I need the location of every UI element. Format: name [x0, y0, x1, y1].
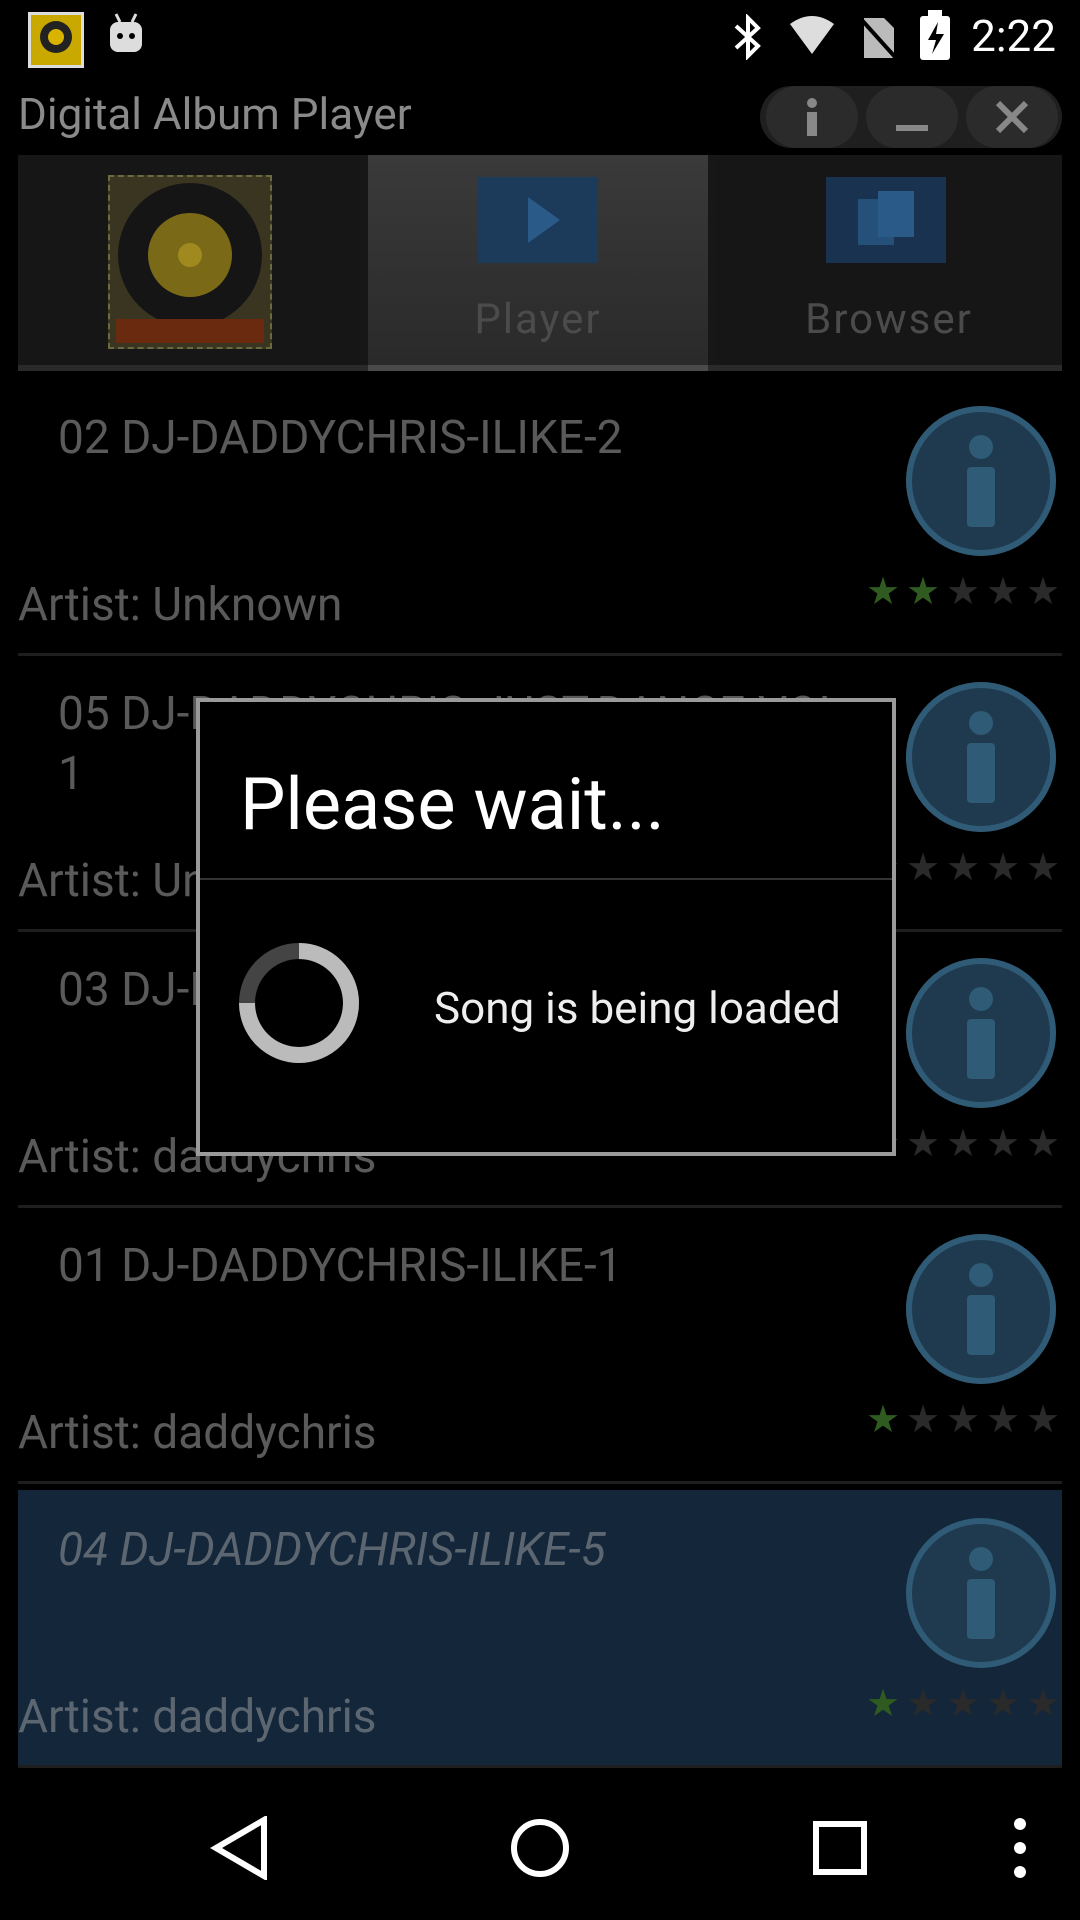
star-icon[interactable]: ★ [866, 1685, 902, 1723]
battery-charging-icon [918, 10, 952, 64]
song-artist: Artist: Unknown [18, 578, 343, 632]
info-icon [967, 711, 995, 803]
android-debug-icon [106, 12, 146, 60]
tab-player[interactable]: Player [368, 155, 708, 371]
info-icon [807, 98, 817, 136]
info-icon [967, 1547, 995, 1639]
minimize-icon [896, 125, 928, 131]
info-button[interactable] [906, 1234, 1056, 1384]
close-button[interactable] [966, 86, 1058, 148]
progress-dialog: Please wait... Song is being loaded [196, 698, 896, 1156]
no-sim-icon [858, 14, 898, 64]
play-icon [478, 177, 598, 263]
rating-stars[interactable]: ★★★★★ [866, 1685, 1062, 1723]
info-button[interactable] [906, 958, 1056, 1108]
info-icon [967, 435, 995, 527]
rating-stars[interactable]: ★★★★★ [866, 573, 1062, 611]
star-icon[interactable]: ★ [1026, 573, 1062, 611]
star-icon[interactable]: ★ [906, 1685, 942, 1723]
tab-browser[interactable]: Browser [716, 155, 1062, 365]
back-button[interactable] [180, 1776, 300, 1920]
app-title: Digital Album Player [18, 88, 412, 140]
star-icon[interactable]: ★ [986, 1125, 1022, 1163]
song-artist: Artist: daddychris [18, 1406, 377, 1460]
recents-button[interactable] [780, 1776, 900, 1920]
window-controls [760, 86, 1062, 148]
back-icon [210, 1816, 267, 1880]
menu-icon [1014, 1818, 1026, 1878]
info-button[interactable] [906, 406, 1056, 556]
star-icon[interactable]: ★ [866, 573, 902, 611]
info-icon [967, 987, 995, 1079]
star-icon[interactable]: ★ [906, 1401, 942, 1439]
star-icon[interactable]: ★ [946, 1401, 982, 1439]
home-icon [511, 1819, 569, 1877]
list-item[interactable]: 02 DJ-DADDYCHRIS-ILIKE-2 Artist: Unknown… [18, 378, 1062, 656]
loading-spinner-icon [239, 943, 359, 1063]
star-icon[interactable]: ★ [946, 1685, 982, 1723]
rating-stars[interactable]: ★★★★★ [866, 1401, 1062, 1439]
wifi-icon [788, 14, 836, 60]
app-notification-icon [28, 12, 84, 68]
info-button[interactable] [906, 682, 1056, 832]
song-title: 04 DJ-DADDYCHRIS-ILIKE-5 [58, 1523, 606, 1577]
star-icon[interactable]: ★ [946, 849, 982, 887]
star-icon[interactable]: ★ [946, 1125, 982, 1163]
song-title: 01 DJ-DADDYCHRIS-ILIKE-1 [58, 1239, 623, 1293]
star-icon[interactable]: ★ [906, 1125, 942, 1163]
tab-bar: Player Browser [18, 155, 1062, 371]
minimize-button[interactable] [866, 86, 958, 148]
recents-icon [813, 1821, 867, 1875]
star-icon[interactable]: ★ [946, 573, 982, 611]
star-icon[interactable]: ★ [1026, 849, 1062, 887]
overflow-menu-button[interactable] [980, 1776, 1060, 1920]
star-icon[interactable]: ★ [1026, 1125, 1062, 1163]
star-icon[interactable]: ★ [1026, 1685, 1062, 1723]
list-item[interactable]: 01 DJ-DADDYCHRIS-ILIKE-1 Artist: daddych… [18, 1206, 1062, 1484]
info-icon [967, 1263, 995, 1355]
album-disc-icon [108, 175, 272, 349]
info-button[interactable] [766, 86, 858, 148]
dialog-divider [200, 878, 892, 880]
browser-icon [826, 177, 946, 263]
status-bar: 2:22 [0, 0, 1080, 72]
dialog-message: Song is being loaded [434, 982, 841, 1034]
info-button[interactable] [906, 1518, 1056, 1668]
song-artist: Artist: daddychris [18, 1690, 377, 1744]
star-icon[interactable]: ★ [986, 1401, 1022, 1439]
dialog-title: Please wait... [240, 762, 665, 847]
close-icon [995, 100, 1029, 134]
star-icon[interactable]: ★ [986, 849, 1022, 887]
star-icon[interactable]: ★ [906, 573, 942, 611]
home-button[interactable] [480, 1776, 600, 1920]
star-icon[interactable]: ★ [986, 1685, 1022, 1723]
song-title: 02 DJ-DADDYCHRIS-ILIKE-2 [58, 411, 623, 465]
bluetooth-icon [730, 13, 766, 64]
tab-browser-label: Browser [805, 295, 973, 344]
navigation-bar [0, 1776, 1080, 1920]
star-icon[interactable]: ★ [906, 849, 942, 887]
star-icon[interactable]: ★ [1026, 1401, 1062, 1439]
star-icon[interactable]: ★ [866, 1401, 902, 1439]
list-item-selected[interactable]: 04 DJ-DADDYCHRIS-ILIKE-5 Artist: daddych… [18, 1490, 1062, 1768]
tab-album[interactable] [18, 155, 360, 365]
status-time: 2:22 [971, 10, 1056, 62]
star-icon[interactable]: ★ [986, 573, 1022, 611]
tab-player-label: Player [474, 295, 602, 344]
